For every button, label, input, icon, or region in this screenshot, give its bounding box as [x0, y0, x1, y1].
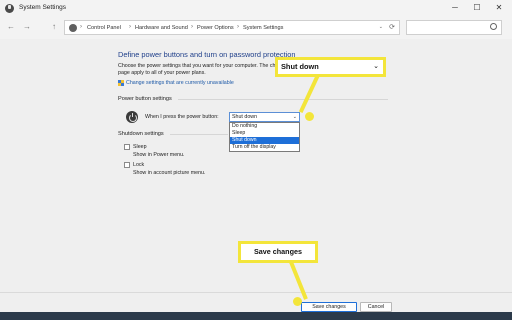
option-sleep[interactable]: Sleep	[230, 130, 299, 137]
sleep-label: Sleep	[133, 144, 147, 150]
breadcrumb-separator: ›	[129, 24, 131, 30]
option-do-nothing[interactable]: Do nothing	[230, 123, 299, 130]
forward-arrow-icon[interactable]: →	[22, 22, 32, 31]
address-row: ← → ↑ › Control Panel › Hardware and Sou…	[0, 17, 512, 39]
address-dropdown-icon[interactable]: ⌄	[379, 24, 383, 30]
save-changes-callout: Save changes	[238, 241, 318, 263]
callout-dropdown-label: Shut down	[281, 62, 319, 71]
up-arrow-icon[interactable]: ↑	[49, 22, 59, 31]
callout-dot	[305, 112, 314, 121]
divider	[170, 134, 228, 135]
maximize-button[interactable]: ☐	[470, 2, 484, 14]
breadcrumb-separator: ›	[80, 24, 82, 30]
lock-description: Show in account picture menu.	[133, 170, 206, 176]
system-settings-window: System Settings ─ ☐ ✕ ← → ↑ › Control Pa…	[0, 0, 512, 312]
breadcrumb-power-options[interactable]: Power Options	[197, 25, 234, 31]
breadcrumb-separator: ›	[237, 24, 239, 30]
search-icon	[490, 23, 497, 30]
sleep-description: Show in Power menu.	[133, 152, 185, 158]
cancel-button[interactable]: Cancel	[360, 302, 392, 312]
breadcrumb-system-settings[interactable]: System Settings	[243, 25, 283, 31]
breadcrumb-separator: ›	[191, 24, 193, 30]
refresh-icon[interactable]: ⟳	[389, 23, 395, 31]
dropdown-callout: Shut down ⌄	[275, 57, 386, 77]
power-button-label: When I press the power button:	[145, 114, 219, 120]
power-icon	[126, 111, 138, 123]
save-changes-button[interactable]: Save changes	[301, 302, 357, 312]
power-button-options-list: Do nothing Sleep Shut down Turn off the …	[229, 122, 300, 152]
sleep-checkbox[interactable]	[124, 144, 130, 150]
title-bar: System Settings ─ ☐ ✕	[0, 0, 512, 17]
change-settings-link[interactable]: Change settings that are currently unava…	[126, 80, 234, 86]
window-title: System Settings	[19, 4, 66, 11]
shutdown-settings-label: Shutdown settings	[118, 131, 164, 137]
breadcrumb-hardware-and-sound[interactable]: Hardware and Sound	[135, 25, 188, 31]
breadcrumb-control-panel[interactable]: Control Panel	[87, 25, 121, 31]
close-button[interactable]: ✕	[492, 2, 506, 14]
back-arrow-icon[interactable]: ←	[6, 22, 16, 31]
address-bar[interactable]: › Control Panel › Hardware and Sound › P…	[64, 20, 400, 35]
power-button-action-select[interactable]: Shut down ⌄	[229, 112, 300, 122]
control-panel-icon	[5, 4, 14, 13]
page-heading: Define power buttons and turn on passwor…	[118, 50, 296, 59]
callout-dot	[293, 297, 302, 306]
option-shut-down[interactable]: Shut down	[230, 137, 299, 144]
main-content: Define power buttons and turn on passwor…	[0, 39, 512, 312]
control-panel-icon	[69, 24, 77, 32]
lock-label: Lock	[133, 162, 145, 168]
option-turn-off-display[interactable]: Turn off the display	[230, 144, 299, 151]
chevron-down-icon: ⌄	[373, 63, 379, 70]
power-button-settings-label: Power button settings	[118, 96, 172, 102]
chevron-down-icon: ⌄	[292, 114, 297, 120]
footer-divider	[0, 292, 512, 293]
select-value: Shut down	[232, 114, 258, 120]
shield-icon	[118, 80, 124, 86]
divider	[178, 99, 388, 100]
minimize-button[interactable]: ─	[448, 2, 462, 14]
lock-checkbox[interactable]	[124, 162, 130, 168]
search-input[interactable]	[406, 20, 502, 35]
